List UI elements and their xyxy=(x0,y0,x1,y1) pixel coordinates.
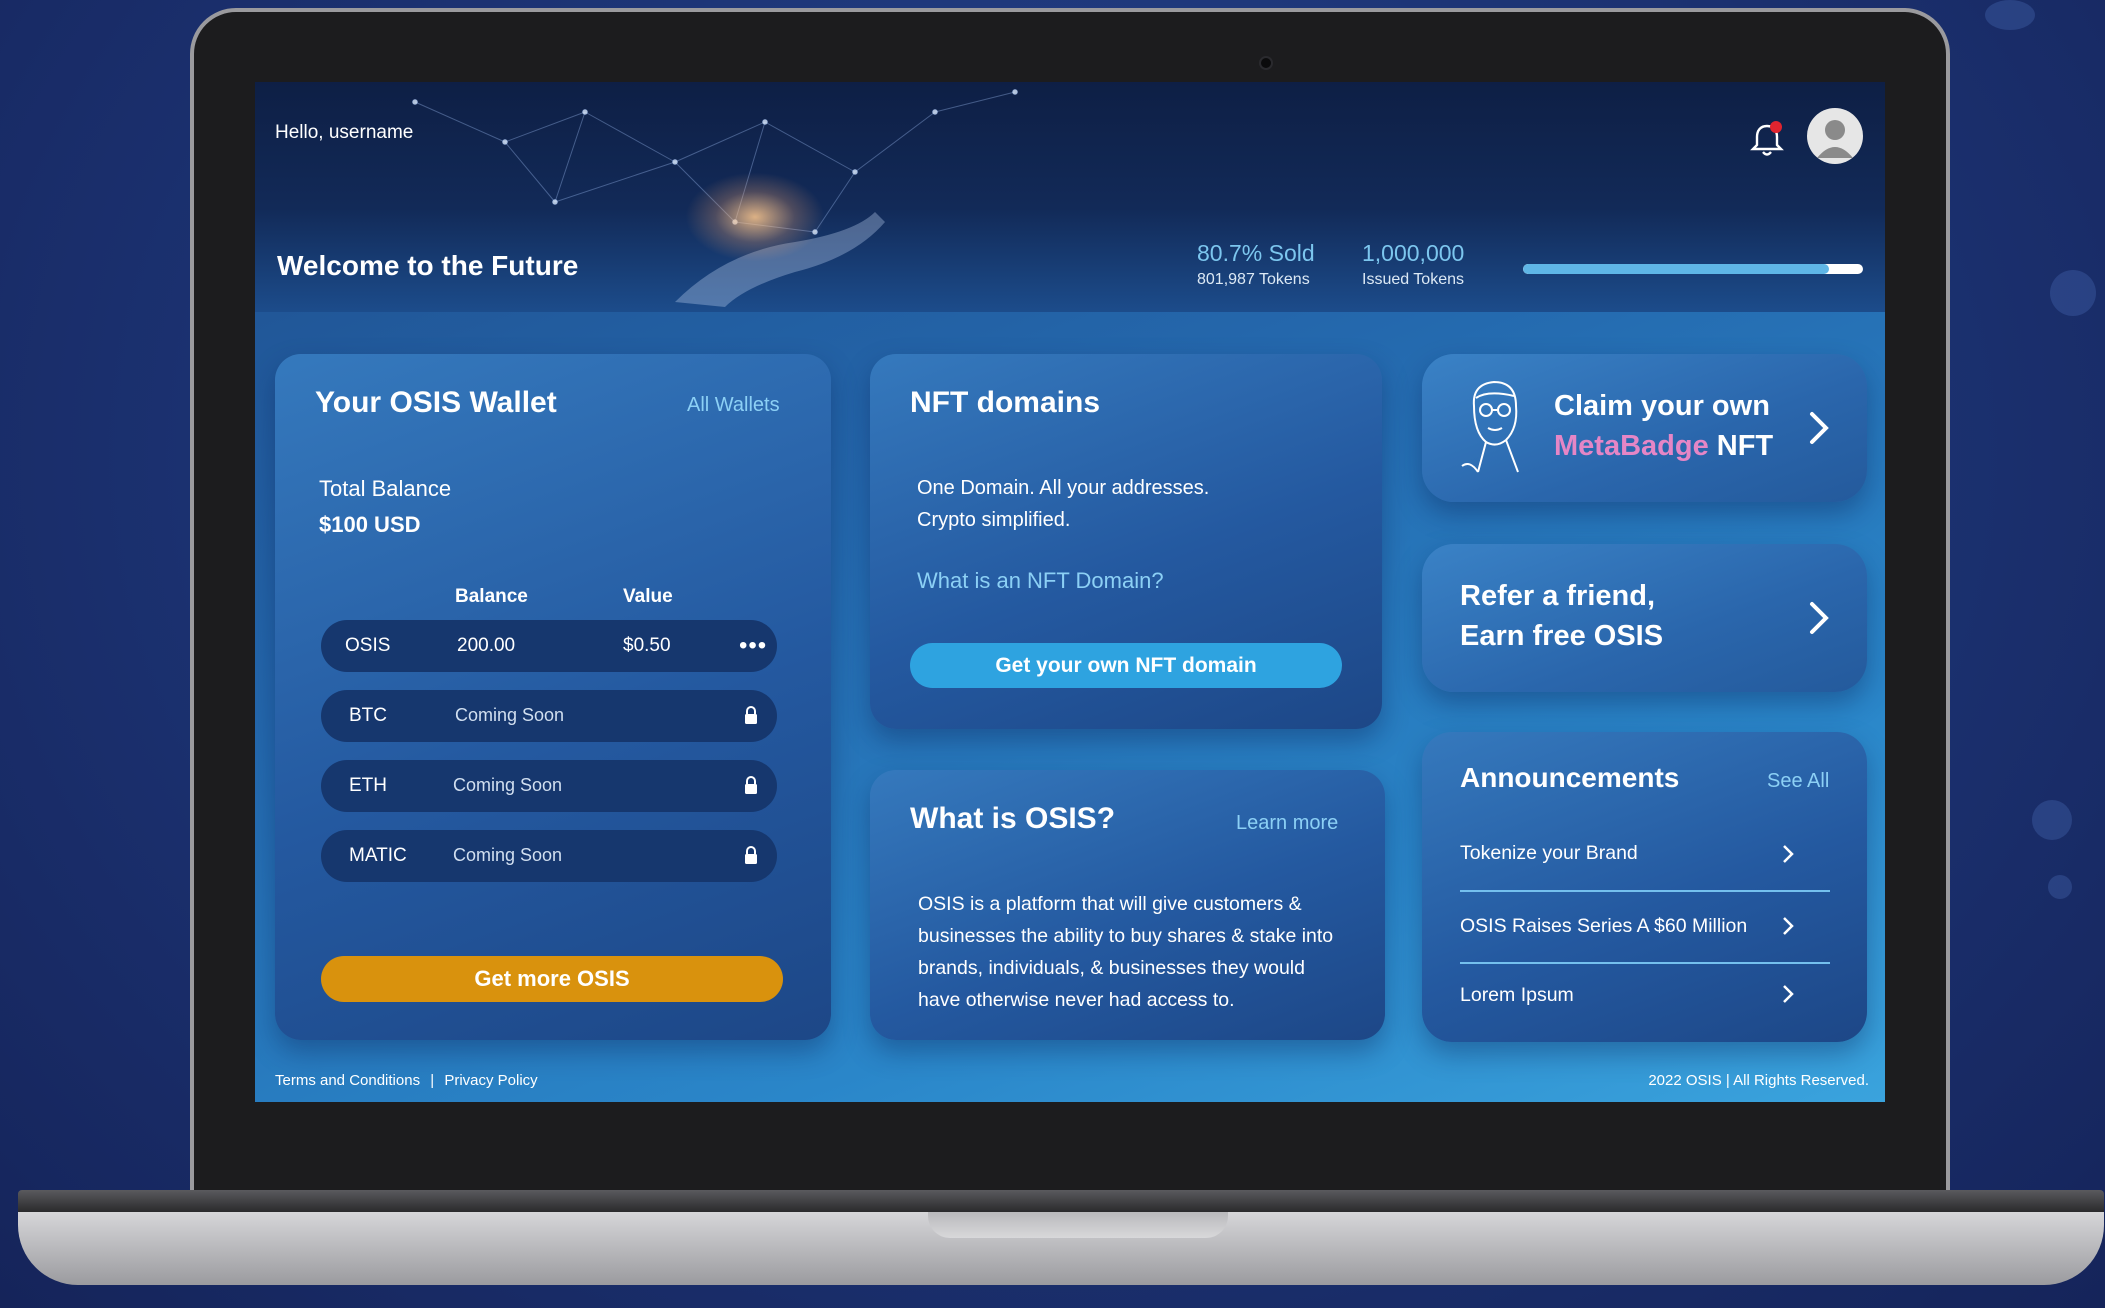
wallet-row-matic[interactable]: MATIC Coming Soon xyxy=(321,830,777,882)
chevron-right-icon xyxy=(1810,412,1829,444)
nft-line-2: Crypto simplified. xyxy=(917,509,1071,531)
greeting-text: Hello, username xyxy=(275,122,414,143)
what-is-nft-domain-link[interactable]: What is an NFT Domain? xyxy=(917,568,1164,594)
sold-stat: 80.7% Sold 801,987 Tokens xyxy=(1197,240,1315,289)
metabadge-nft: NFT xyxy=(1716,430,1774,462)
hero-header: Hello, username Welcome to the Future 80… xyxy=(255,82,1885,312)
coin-name: ETH xyxy=(349,775,387,796)
metabadge-line-1: Claim your own xyxy=(1554,390,1770,422)
avatar-icon[interactable] xyxy=(1807,108,1863,164)
terms-link[interactable]: Terms and Conditions xyxy=(275,1072,420,1089)
app-screen: Hello, username Welcome to the Future 80… xyxy=(255,82,1885,1102)
wallet-row-eth[interactable]: ETH Coming Soon xyxy=(321,760,777,812)
learn-more-link[interactable]: Learn more xyxy=(1236,812,1338,835)
webcam xyxy=(1259,56,1273,70)
wallet-card: Your OSIS Wallet All Wallets Total Balan… xyxy=(275,354,831,1040)
coin-balance: 200.00 xyxy=(457,635,516,656)
metabadge-text: Claim your own MetaBadge NFT xyxy=(1554,386,1773,466)
issued-label: Issued Tokens xyxy=(1362,271,1464,288)
footer-separator: | xyxy=(430,1072,435,1089)
announcement-label: Lorem Ipsum xyxy=(1460,984,1574,1006)
metabadge-face-icon xyxy=(1461,380,1519,473)
chevron-right-icon xyxy=(1783,985,1794,1003)
refer-line-1: Refer a friend, xyxy=(1460,580,1655,612)
welcome-title: Welcome to the Future xyxy=(277,250,579,281)
wallet-title: Your OSIS Wallet xyxy=(315,386,557,419)
chevron-right-icon xyxy=(1783,845,1794,863)
bg-dot xyxy=(1985,0,2035,30)
laptop-base xyxy=(18,1190,2104,1285)
nft-line-1: One Domain. All your addresses. xyxy=(917,477,1210,499)
nft-title: NFT domains xyxy=(910,386,1101,419)
osis-title: What is OSIS? xyxy=(910,802,1116,835)
metabadge-highlight: MetaBadge xyxy=(1554,430,1709,462)
copyright-text: 2022 OSIS | All Rights Reserved. xyxy=(1648,1072,1869,1089)
announcements-title: Announcements xyxy=(1460,762,1680,793)
privacy-link[interactable]: Privacy Policy xyxy=(444,1072,537,1089)
sales-progress-bar xyxy=(1523,264,1863,274)
refer-text: Refer a friend, Earn free OSIS xyxy=(1460,576,1663,656)
issued-stat: 1,000,000 Issued Tokens xyxy=(1362,240,1464,289)
refer-friend-card[interactable]: Refer a friend, Earn free OSIS xyxy=(1422,544,1867,692)
get-nft-domain-button[interactable]: Get your own NFT domain xyxy=(910,643,1342,688)
all-wallets-link[interactable]: All Wallets xyxy=(687,394,780,417)
nft-domains-card: NFT domains One Domain. All your address… xyxy=(870,354,1382,729)
issued-total: 1,000,000 xyxy=(1362,240,1465,266)
wallet-row-osis[interactable]: OSIS 200.00 $0.50 ••• xyxy=(321,620,777,672)
bg-dot xyxy=(2048,875,2072,899)
see-all-link[interactable]: See All xyxy=(1767,770,1829,793)
divider xyxy=(1460,890,1830,892)
total-balance-label: Total Balance xyxy=(319,476,452,501)
metabadge-promo-card[interactable]: Claim your own MetaBadge NFT xyxy=(1422,354,1867,502)
coin-value: $0.50 xyxy=(623,635,671,656)
lock-icon xyxy=(745,776,757,794)
coin-name: BTC xyxy=(349,705,387,726)
chevron-right-icon xyxy=(1810,602,1829,634)
bg-dot xyxy=(2050,270,2096,316)
sold-percent: 80.7% Sold xyxy=(1197,240,1315,266)
hand-glow xyxy=(685,172,825,262)
announcement-item[interactable]: Tokenize your Brand xyxy=(1460,842,1830,865)
coin-status: Coming Soon xyxy=(453,775,563,795)
announcement-label: OSIS Raises Series A $60 Million xyxy=(1460,915,1748,937)
total-balance-value: $100 USD xyxy=(319,512,421,537)
lock-icon xyxy=(745,846,757,864)
nft-description: One Domain. All your addresses. Crypto s… xyxy=(917,472,1209,536)
bell-icon[interactable] xyxy=(1745,118,1789,162)
what-is-osis-card: What is OSIS? Learn more OSIS is a platf… xyxy=(870,770,1385,1040)
progress-fill xyxy=(1523,264,1829,274)
announcements-card: Announcements See All Tokenize your Bran… xyxy=(1422,732,1867,1042)
announcement-item[interactable]: Lorem Ipsum xyxy=(1460,984,1830,1007)
coin-name: OSIS xyxy=(345,635,391,656)
sold-tokens: 801,987 Tokens xyxy=(1197,271,1310,288)
coin-status: Coming Soon xyxy=(453,845,563,865)
value-column-header: Value xyxy=(623,586,673,607)
lock-icon xyxy=(745,706,757,724)
bg-dot xyxy=(2032,800,2072,840)
get-more-osis-button[interactable]: Get more OSIS xyxy=(321,956,783,1002)
divider xyxy=(1460,962,1830,964)
keyboard-edge xyxy=(18,1190,2104,1212)
refer-line-2: Earn free OSIS xyxy=(1460,620,1664,652)
wallet-row-btc[interactable]: BTC Coming Soon xyxy=(321,690,777,742)
more-icon[interactable]: ••• xyxy=(739,632,767,660)
footer-links: Terms and Conditions | Privacy Policy xyxy=(275,1072,538,1089)
balance-column-header: Balance xyxy=(455,586,528,607)
chevron-right-icon xyxy=(1783,917,1794,935)
osis-description: OSIS is a platform that will give custom… xyxy=(918,893,1334,1011)
coin-status: Coming Soon xyxy=(455,705,565,725)
announcement-item[interactable]: OSIS Raises Series A $60 Million xyxy=(1460,915,1830,938)
metabadge-line-2: MetaBadge NFT xyxy=(1554,426,1773,466)
coin-name: MATIC xyxy=(349,845,407,866)
trackpad-notch xyxy=(928,1212,1228,1238)
announcement-label: Tokenize your Brand xyxy=(1460,842,1638,864)
